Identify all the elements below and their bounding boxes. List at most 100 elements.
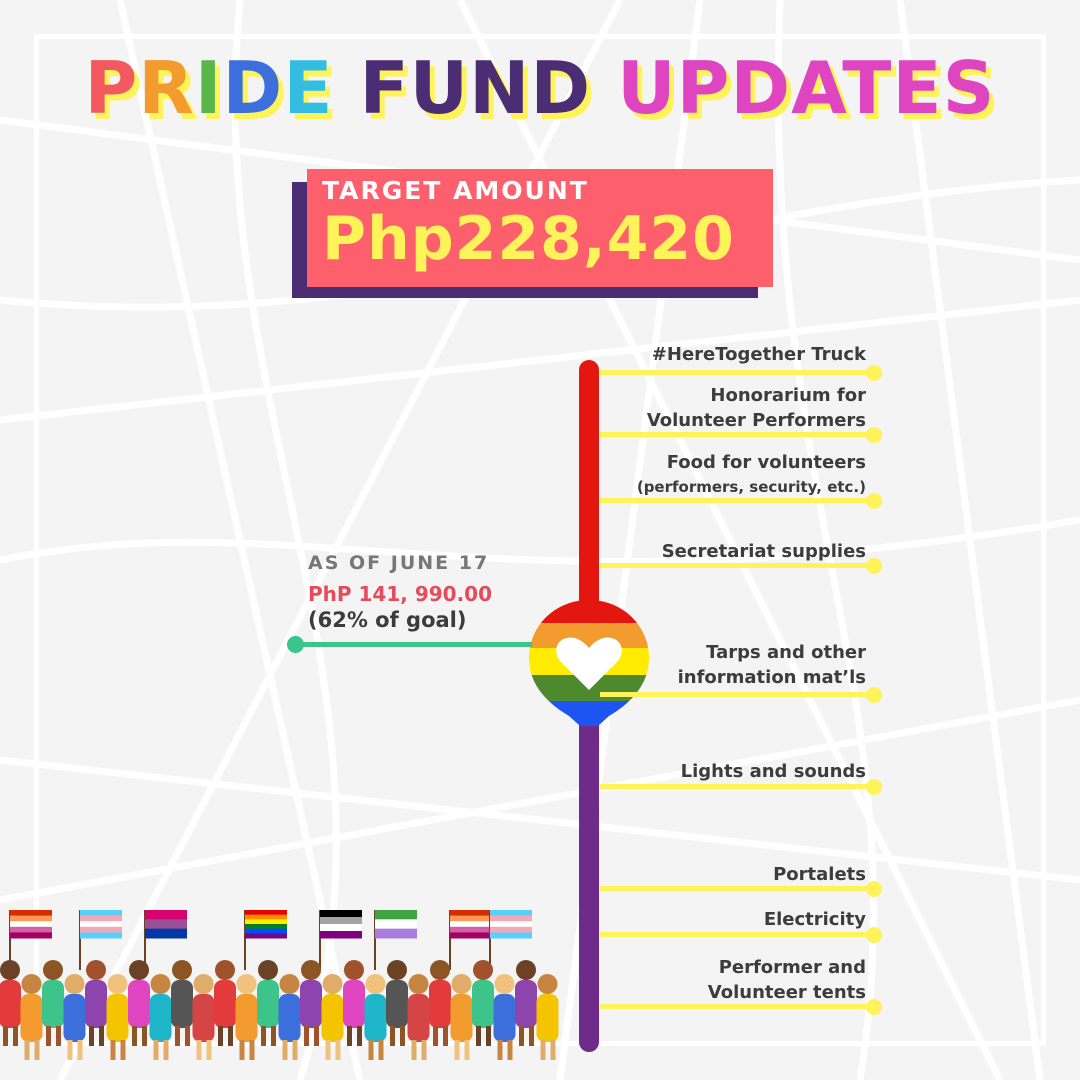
person-leg	[421, 1040, 427, 1060]
pride-flag-stripe	[10, 932, 52, 939]
person-head	[150, 974, 171, 994]
expense-item-label: Food for volunteers (performers, security…	[637, 450, 866, 500]
person-leg	[3, 1026, 8, 1046]
title-letter: E	[283, 46, 334, 130]
expense-item-label: Electricity	[764, 907, 866, 932]
pride-flag-stripe	[490, 915, 532, 922]
progress-amount-raised: PhP 141, 990.00	[308, 582, 493, 606]
expense-item-label: Performer and Volunteer tents	[708, 955, 866, 1005]
expense-item-label: Tarps and other information mat’ls	[678, 640, 866, 690]
person-body	[214, 980, 236, 1028]
person-leg	[196, 1040, 202, 1060]
person-leg	[507, 1040, 513, 1060]
pride-flag-stripe	[145, 919, 187, 930]
person-leg	[476, 1026, 481, 1046]
pride-flag-stripe	[450, 926, 492, 933]
expense-item-line2: (performers, security, etc.)	[636, 478, 866, 496]
person-leg	[378, 1040, 384, 1060]
person-head	[430, 960, 450, 980]
title-letter: P	[84, 46, 139, 130]
pride-flag-stripe	[10, 921, 52, 928]
person-leg	[497, 1040, 503, 1060]
person-leg	[67, 1040, 73, 1060]
person-head	[0, 960, 20, 980]
expense-connector-dot	[866, 881, 882, 897]
pride-flag-stripe	[80, 910, 122, 917]
title-letter: R	[138, 46, 195, 130]
expense-item-line1: Tarps and other	[706, 642, 866, 663]
expense-connector-dot	[866, 365, 882, 381]
expense-connector-dot	[866, 687, 882, 703]
expense-connector-dot	[866, 999, 882, 1015]
person-leg	[292, 1040, 298, 1060]
person-body	[20, 994, 43, 1042]
person-leg	[46, 1026, 51, 1046]
person-leg	[400, 1026, 405, 1046]
person-head	[279, 974, 300, 994]
person-body	[106, 994, 129, 1042]
person-head	[365, 974, 386, 994]
person-leg	[89, 1026, 94, 1046]
pride-flag-stripe	[245, 910, 287, 916]
pride-flag-stripe	[320, 917, 362, 925]
person-body	[235, 994, 258, 1042]
person-body	[257, 980, 279, 1028]
person-head	[129, 960, 149, 980]
person-body	[85, 980, 107, 1028]
person-leg	[357, 1026, 362, 1046]
person-leg	[110, 1040, 116, 1060]
person-head	[537, 974, 558, 994]
target-label: TARGET AMOUNT	[322, 176, 589, 205]
expense-item-line1: Electricity	[763, 909, 866, 930]
expense-connector-line	[600, 498, 872, 503]
title-word-pride: PRIDE	[85, 46, 334, 130]
pride-flag-stripe	[10, 915, 52, 922]
expense-connector-line	[600, 432, 872, 437]
person-body	[171, 980, 193, 1028]
person-leg	[77, 1040, 83, 1060]
progress-date: AS OF JUNE 17	[308, 552, 490, 574]
person-head	[43, 960, 63, 980]
person-leg	[228, 1026, 233, 1046]
person-body	[149, 994, 172, 1042]
person-head	[473, 960, 493, 980]
pride-flag-stripe	[490, 921, 532, 928]
person-body	[343, 980, 365, 1028]
person-leg	[185, 1026, 190, 1046]
person-head	[21, 974, 42, 994]
expense-connector-dot	[866, 493, 882, 509]
pride-flag-stripe	[450, 932, 492, 939]
person-body	[300, 980, 322, 1028]
page-title: PRIDE FUND UPDATES	[0, 52, 1080, 124]
person-leg	[153, 1040, 159, 1060]
pride-flag-stripe	[80, 915, 122, 922]
title-letter: I	[194, 46, 223, 130]
person-leg	[325, 1040, 331, 1060]
person-leg	[335, 1040, 341, 1060]
person-body	[407, 994, 430, 1042]
target-amount: Php228,420	[322, 204, 735, 274]
pride-flag-stripe	[245, 933, 287, 939]
title-word-fund: FUND	[359, 46, 592, 130]
person-body	[515, 980, 537, 1028]
person-leg	[411, 1040, 417, 1060]
pride-flag-stripe	[320, 910, 362, 918]
pride-flag-stripe	[490, 910, 532, 917]
expense-item-line1: Secretariat supplies	[661, 541, 866, 562]
person-leg	[390, 1026, 395, 1046]
timeline-spine-remaining	[579, 720, 599, 1052]
expense-connector-line	[600, 692, 872, 697]
person-body	[429, 980, 451, 1028]
progress-percent-of-goal: (62% of goal)	[308, 608, 467, 632]
expense-connector-line	[600, 563, 872, 568]
person-body	[0, 980, 21, 1028]
person-head	[494, 974, 515, 994]
person-leg	[368, 1040, 374, 1060]
person-body	[364, 994, 387, 1042]
person-head	[236, 974, 257, 994]
pride-flag-stripe	[490, 926, 532, 933]
person-head	[172, 960, 192, 980]
person-head	[322, 974, 343, 994]
person-leg	[314, 1026, 319, 1046]
person-leg	[271, 1026, 276, 1046]
